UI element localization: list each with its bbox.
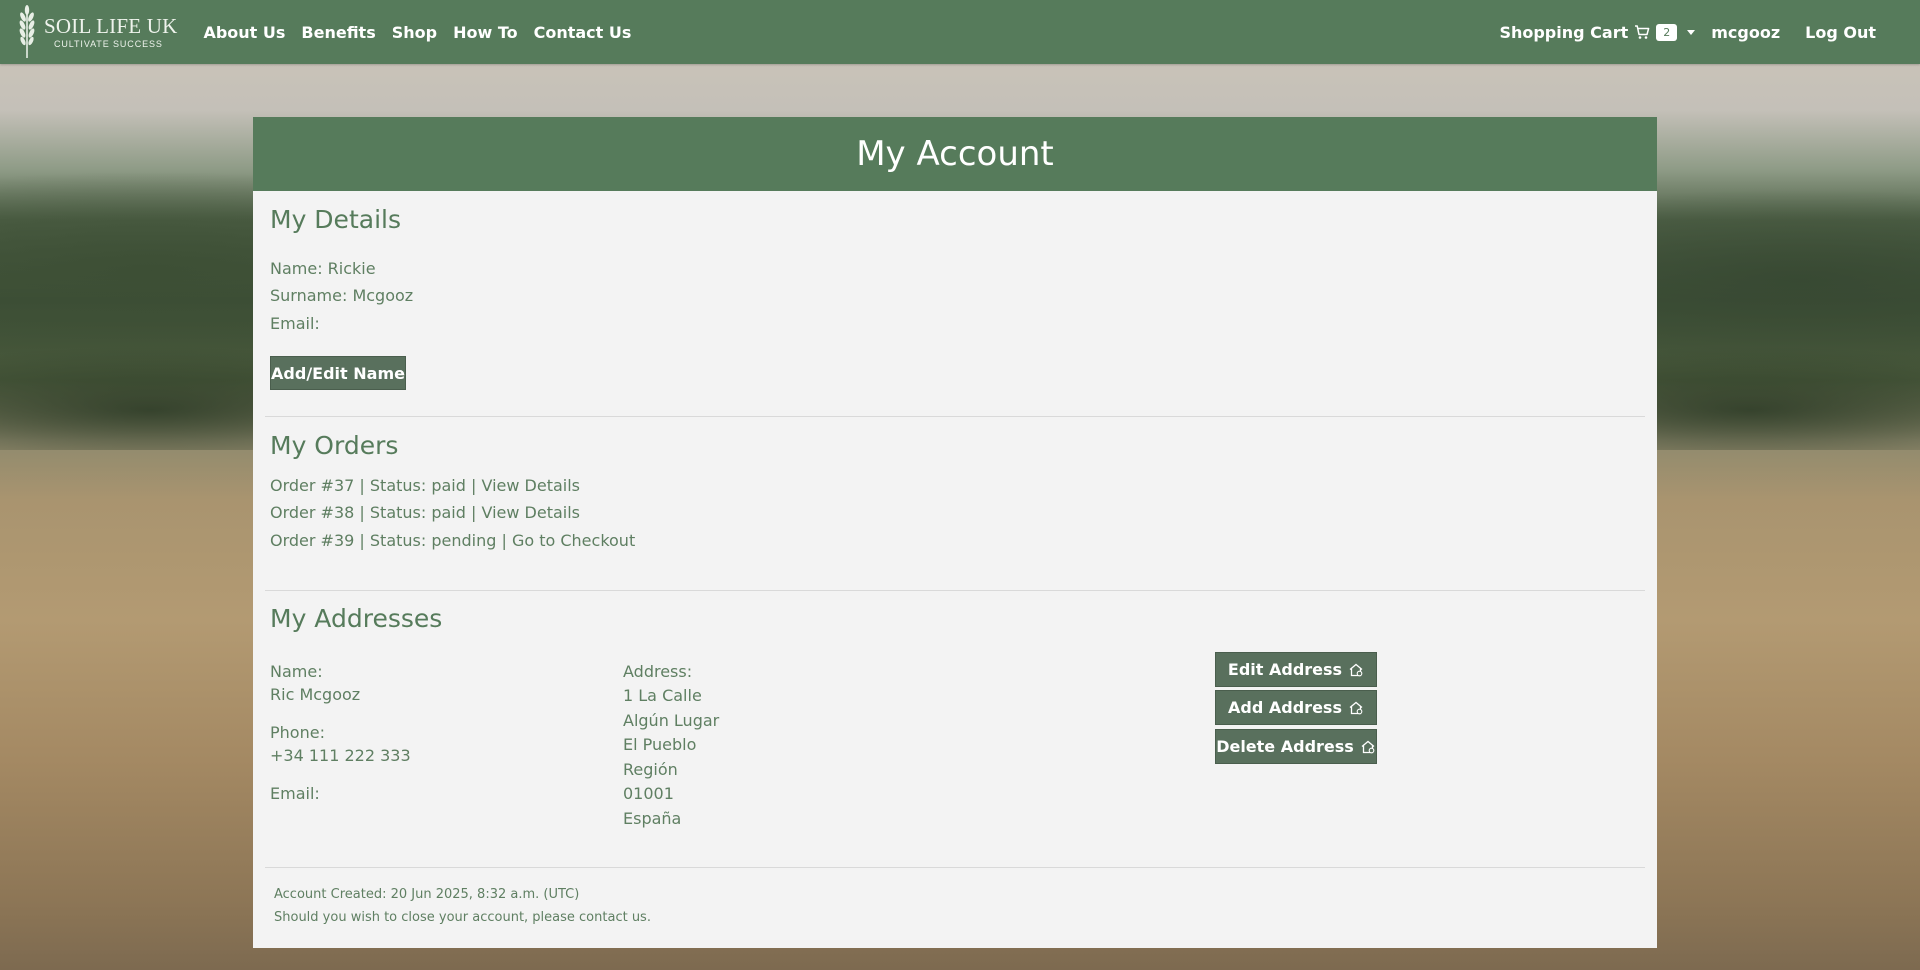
my-orders-heading: My Orders: [270, 431, 399, 460]
address-line: 1 La Calle: [623, 686, 702, 705]
house-icon: [1348, 662, 1364, 678]
shopping-cart-link[interactable]: Shopping Cart 2: [1499, 22, 1678, 42]
order-row[interactable]: Order #37 | Status: paid | View Details: [270, 476, 580, 495]
address-name-label: Name:: [270, 662, 323, 681]
divider: [265, 867, 1645, 868]
add-edit-name-label: Add/Edit Name: [271, 363, 405, 383]
house-icon: [1348, 700, 1364, 716]
account-created-text: Account Created: 20 Jun 2025, 8:32 a.m. …: [274, 887, 580, 902]
divider: [265, 416, 1645, 417]
edit-address-button[interactable]: Edit Address: [1215, 652, 1377, 687]
nav-contact-us[interactable]: Contact Us: [534, 23, 632, 42]
top-navbar: SOIL LIFE UK CULTIVATE SUCCESS About Us …: [0, 0, 1920, 64]
address-line: El Pueblo: [623, 735, 697, 754]
address-line: 01001: [623, 784, 674, 803]
delete-address-button[interactable]: Delete Address: [1215, 729, 1377, 764]
address-name-value: Ric Mcgooz: [270, 685, 361, 704]
account-card: My Account My Details Name: Rickie Surna…: [253, 117, 1657, 948]
delete-address-label: Delete Address: [1216, 737, 1354, 756]
close-account-note: Should you wish to close your account, p…: [274, 910, 651, 925]
divider: [265, 590, 1645, 591]
house-icon: [1360, 739, 1376, 755]
address-phone-value: +34 111 222 333: [270, 746, 411, 765]
username-link[interactable]: mcgooz: [1711, 23, 1780, 42]
address-line: Región: [623, 760, 678, 779]
shopping-cart-label: Shopping Cart: [1499, 22, 1629, 42]
order-row[interactable]: Order #39 | Status: pending | Go to Chec…: [270, 531, 635, 550]
address-line: Algún Lugar: [623, 711, 720, 730]
brand-name: SOIL LIFE UK: [44, 13, 178, 38]
add-edit-name-button[interactable]: Add/Edit Name: [270, 356, 406, 390]
my-addresses-heading: My Addresses: [270, 604, 443, 633]
brand-logo[interactable]: SOIL LIFE UK CULTIVATE SUCCESS: [14, 0, 177, 64]
details-name: Name: Rickie: [270, 259, 376, 278]
nav-shop[interactable]: Shop: [392, 23, 437, 42]
add-address-label: Add Address: [1228, 698, 1342, 717]
page-title: My Account: [856, 134, 1054, 174]
details-email: Email:: [270, 314, 320, 333]
my-details-heading: My Details: [270, 205, 401, 234]
nav-benefits[interactable]: Benefits: [301, 23, 375, 42]
cart-icon: [1634, 24, 1650, 40]
cart-count-badge: 2: [1656, 23, 1678, 41]
nav-links: About Us Benefits Shop How To Contact Us: [195, 23, 639, 42]
details-surname: Surname: Mcgooz: [270, 286, 414, 305]
brand-tagline: CULTIVATE SUCCESS: [54, 38, 163, 49]
edit-address-label: Edit Address: [1227, 660, 1343, 679]
nav-how-to[interactable]: How To: [453, 23, 518, 42]
logout-link[interactable]: Log Out: [1805, 23, 1876, 42]
address-email-label: Email:: [270, 784, 320, 803]
address-phone-label: Phone:: [270, 723, 325, 742]
cart-dropdown-caret-icon[interactable]: [1687, 29, 1696, 35]
order-row[interactable]: Order #38 | Status: paid | View Details: [270, 503, 580, 522]
nav-right: Shopping Cart 2 mcgooz Log Out: [1499, 0, 1884, 64]
add-address-button[interactable]: Add Address: [1215, 690, 1377, 725]
brand-text: SOIL LIFE UK CULTIVATE SUCCESS: [44, 13, 178, 49]
address-label: Address:: [623, 662, 693, 681]
nav-about-us[interactable]: About Us: [203, 23, 285, 42]
wheat-logo-icon: [19, 5, 35, 58]
page-title-bar: My Account: [253, 117, 1657, 191]
address-line: España: [623, 809, 682, 828]
